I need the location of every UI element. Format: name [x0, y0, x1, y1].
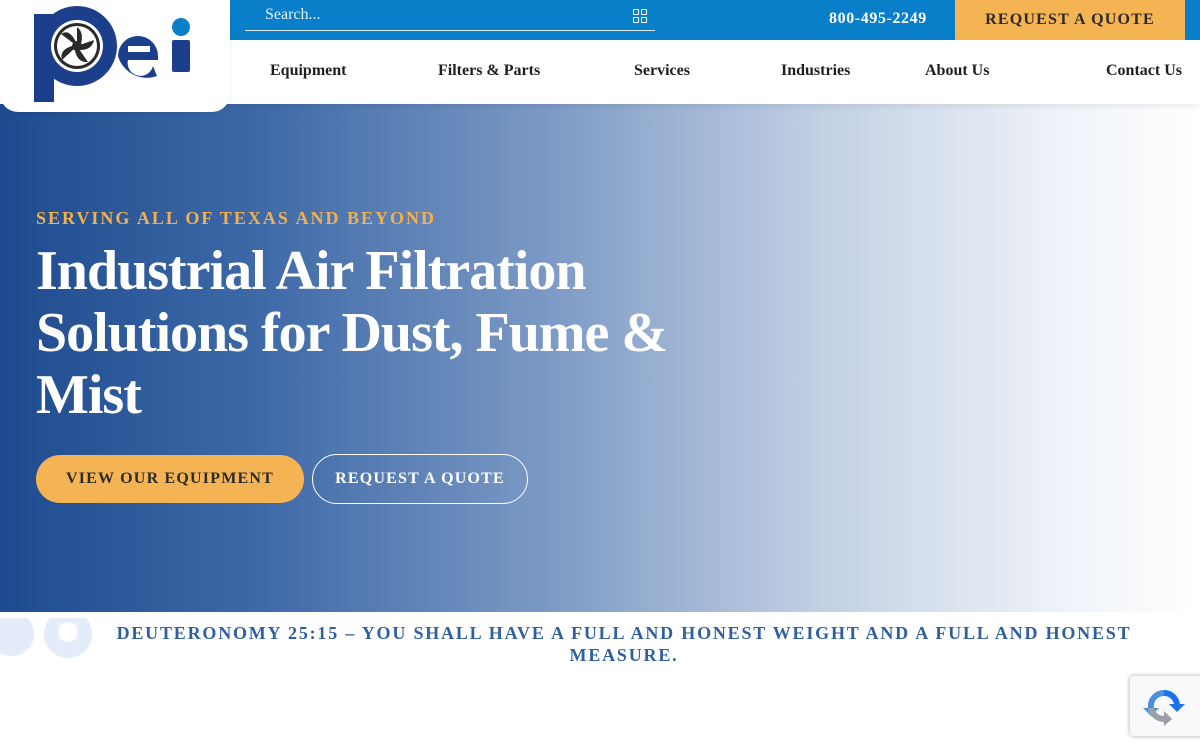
scripture-verse: DEUTERONOMY 25:15 – YOU SHALL HAVE A FUL…	[116, 623, 1132, 665]
decorative-logo-fragment	[0, 612, 110, 672]
nav-item-contact-us[interactable]: Contact Us	[1106, 62, 1182, 80]
nav-item-industries[interactable]: Industries	[781, 62, 850, 80]
search-input[interactable]	[245, 0, 625, 30]
phone-link[interactable]: 800-495-2249	[829, 10, 927, 30]
hero-title: Industrial Air Filtration Solutions for …	[36, 240, 668, 426]
hero-banner: SERVING ALL OF TEXAS AND BEYOND Industri…	[0, 104, 1200, 612]
request-quote-top-button[interactable]: REQUEST A QUOTE	[955, 0, 1185, 40]
pei-logo-icon	[34, 6, 190, 102]
search-icon[interactable]	[633, 9, 647, 23]
site-logo[interactable]	[0, 0, 230, 112]
nav-item-services[interactable]: Services	[634, 62, 690, 80]
topbar-edge	[1185, 0, 1200, 40]
nav-item-equipment[interactable]: Equipment	[270, 62, 346, 80]
hero-eyebrow: SERVING ALL OF TEXAS AND BEYOND	[36, 208, 436, 228]
view-equipment-button[interactable]: VIEW OUR EQUIPMENT	[36, 455, 304, 503]
request-quote-hero-button[interactable]: REQUEST A QUOTE	[312, 454, 528, 504]
search-box	[245, 0, 655, 31]
nav-item-filters-parts[interactable]: Filters & Parts	[438, 62, 540, 80]
recaptcha-badge[interactable]	[1130, 676, 1200, 736]
recaptcha-icon	[1143, 689, 1185, 726]
nav-item-about-us[interactable]: About Us	[925, 62, 989, 80]
